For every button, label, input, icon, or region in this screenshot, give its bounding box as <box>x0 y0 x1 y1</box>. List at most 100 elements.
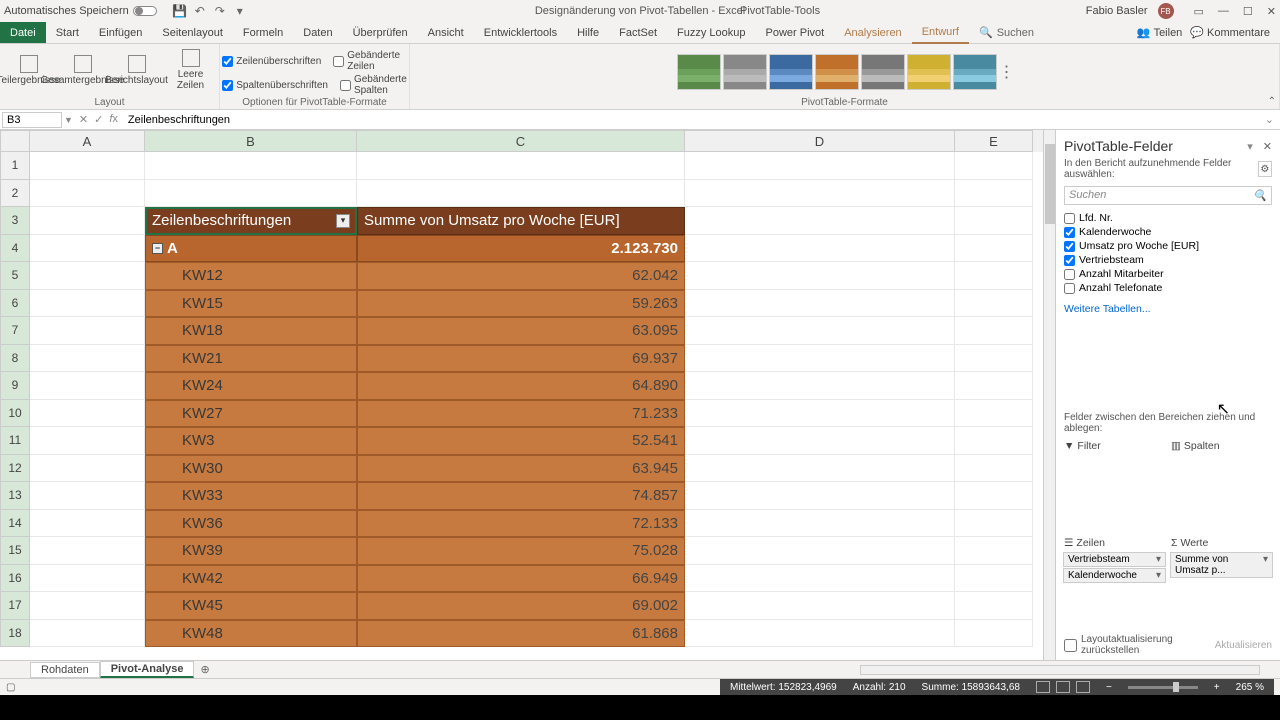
row-header-13[interactable]: 13 <box>0 482 30 510</box>
pivot-row-value[interactable]: 69.937 <box>357 345 685 373</box>
tab-file[interactable]: Datei <box>0 22 46 43</box>
cell[interactable] <box>685 620 955 648</box>
cell[interactable] <box>30 207 145 235</box>
pivot-row-value[interactable]: 69.002 <box>357 592 685 620</box>
toggle-icon[interactable] <box>133 6 157 16</box>
reportlayout-button[interactable]: Berichtslayout <box>112 46 162 94</box>
pivot-row-value[interactable]: 71.233 <box>357 400 685 428</box>
sheet-tab-analysis[interactable]: Pivot-Analyse <box>100 661 195 678</box>
pivot-group-row[interactable]: −A <box>145 235 357 263</box>
row-header-17[interactable]: 17 <box>0 592 30 620</box>
collapse-icon[interactable]: − <box>152 243 163 254</box>
row-header-11[interactable]: 11 <box>0 427 30 455</box>
cell[interactable] <box>30 482 145 510</box>
style-swatch-4[interactable] <box>861 54 905 90</box>
pivot-row-label[interactable]: KW39 <box>145 537 357 565</box>
cell[interactable] <box>955 317 1033 345</box>
zoom-out-icon[interactable]: − <box>1106 682 1112 693</box>
zoom-level[interactable]: 265 % <box>1236 682 1264 693</box>
ribbon-options-icon[interactable]: ▭ <box>1194 5 1204 18</box>
cell[interactable] <box>955 180 1033 208</box>
row-header-16[interactable]: 16 <box>0 565 30 593</box>
scroll-thumb[interactable] <box>1045 144 1055 224</box>
cell[interactable] <box>357 180 685 208</box>
field-kalenderwoche[interactable]: Kalenderwoche <box>1064 225 1272 239</box>
pivot-row-value[interactable]: 62.042 <box>357 262 685 290</box>
more-tables-link[interactable]: Weitere Tabellen... <box>1056 299 1280 319</box>
save-icon[interactable]: 💾 <box>173 4 187 18</box>
cell[interactable] <box>30 455 145 483</box>
zoom-in-icon[interactable]: + <box>1214 682 1220 693</box>
tab-powerpivot[interactable]: Power Pivot <box>756 23 835 43</box>
user-avatar[interactable]: FB <box>1158 3 1174 19</box>
tab-formulas[interactable]: Formeln <box>233 23 293 43</box>
row-header-5[interactable]: 5 <box>0 262 30 290</box>
style-swatch-5[interactable] <box>907 54 951 90</box>
cell[interactable] <box>955 290 1033 318</box>
banded-rows-check[interactable]: Gebänderte Zeilen <box>333 50 407 72</box>
styles-more-icon[interactable]: ⋮ <box>999 62 1013 82</box>
enter-formula-icon[interactable]: ✓ <box>94 113 103 126</box>
pivot-row-label[interactable]: KW24 <box>145 372 357 400</box>
cell[interactable] <box>30 317 145 345</box>
cell[interactable] <box>955 372 1033 400</box>
pivot-row-label[interactable]: KW30 <box>145 455 357 483</box>
pivot-row-value[interactable]: 75.028 <box>357 537 685 565</box>
pivot-row-value[interactable]: 59.263 <box>357 290 685 318</box>
cell[interactable] <box>30 427 145 455</box>
chevron-down-icon[interactable]: ▾ <box>1263 554 1268 576</box>
cell[interactable] <box>685 455 955 483</box>
update-button[interactable]: Aktualisieren <box>1215 640 1272 651</box>
pivot-row-label[interactable]: KW45 <box>145 592 357 620</box>
undo-icon[interactable]: ↶ <box>193 4 207 18</box>
rows-area[interactable]: ☰Zeilen Vertriebsteam▾Kalenderwoche▾ <box>1062 535 1167 630</box>
row-header-18[interactable]: 18 <box>0 620 30 648</box>
cell[interactable] <box>955 427 1033 455</box>
style-swatch-0[interactable] <box>677 54 721 90</box>
cell[interactable] <box>955 152 1033 180</box>
cell[interactable] <box>955 510 1033 538</box>
pivot-row-label[interactable]: KW15 <box>145 290 357 318</box>
tell-me-search[interactable]: 🔍 Suchen <box>979 26 1034 39</box>
horizontal-scrollbar[interactable] <box>860 665 1260 675</box>
pivot-row-header[interactable]: Zeilenbeschriftungen▾ <box>145 207 357 235</box>
cell[interactable] <box>685 482 955 510</box>
styles-gallery[interactable]: ⋮ <box>677 46 1013 94</box>
cell[interactable] <box>685 427 955 455</box>
cell[interactable] <box>955 455 1033 483</box>
pivot-value-header[interactable]: Summe von Umsatz pro Woche [EUR] <box>357 207 685 235</box>
close-icon[interactable]: ✕ <box>1267 5 1276 18</box>
tab-data[interactable]: Daten <box>293 23 342 43</box>
row-header-8[interactable]: 8 <box>0 345 30 373</box>
row-header-2[interactable]: 2 <box>0 180 30 208</box>
cell[interactable] <box>685 290 955 318</box>
tab-fuzzy[interactable]: Fuzzy Lookup <box>667 23 755 43</box>
tab-review[interactable]: Überprüfen <box>343 23 418 43</box>
cell[interactable] <box>955 565 1033 593</box>
row-header-7[interactable]: 7 <box>0 317 30 345</box>
pivot-group-total[interactable]: 2.123.730 <box>357 235 685 263</box>
filter-area[interactable]: ▼Filter <box>1062 438 1167 533</box>
cell[interactable] <box>30 262 145 290</box>
pivot-row-label[interactable]: KW21 <box>145 345 357 373</box>
row-header-9[interactable]: 9 <box>0 372 30 400</box>
add-sheet-icon[interactable]: ⊕ <box>194 663 215 676</box>
formula-expand-icon[interactable]: ⌄ <box>1259 113 1280 126</box>
row-headers-check[interactable]: Zeilenüberschriften <box>222 50 321 72</box>
tab-developer[interactable]: Entwicklertools <box>474 23 567 43</box>
tab-insert[interactable]: Einfügen <box>89 23 152 43</box>
style-swatch-1[interactable] <box>723 54 767 90</box>
tab-start[interactable]: Start <box>46 23 89 43</box>
cell[interactable] <box>30 400 145 428</box>
fx-icon[interactable]: fx <box>109 113 118 126</box>
field-lfd-nr-[interactable]: Lfd. Nr. <box>1064 211 1272 225</box>
area-item[interactable]: Summe von Umsatz p...▾ <box>1170 552 1273 578</box>
cell[interactable] <box>955 537 1033 565</box>
user-name[interactable]: Fabio Basler <box>1086 5 1148 17</box>
banded-cols-check[interactable]: Gebänderte Spalten <box>340 74 407 96</box>
pivot-row-label[interactable]: KW12 <box>145 262 357 290</box>
cell[interactable] <box>955 235 1033 263</box>
minimize-icon[interactable]: — <box>1218 5 1229 18</box>
cell[interactable] <box>685 372 955 400</box>
pivot-row-value[interactable]: 66.949 <box>357 565 685 593</box>
